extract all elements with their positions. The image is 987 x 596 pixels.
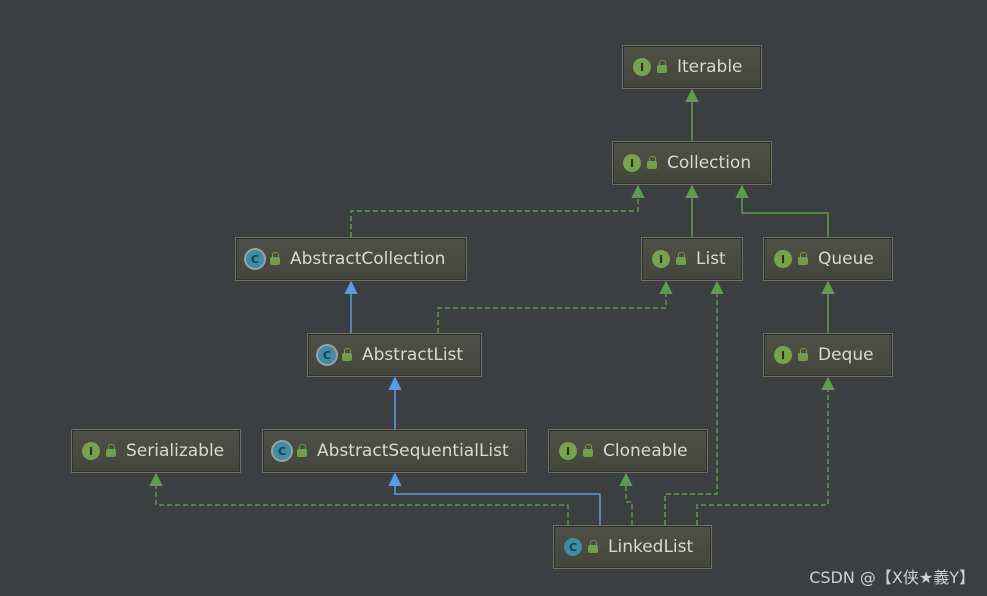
uml-node-label: Cloneable <box>603 441 688 461</box>
uml-diagram-canvas <box>149 88 835 525</box>
uml-node-queue[interactable]: I Queue <box>763 237 893 281</box>
class-icon: C <box>564 538 582 556</box>
uml-node-linkedlist[interactable]: C LinkedList <box>553 525 712 569</box>
edge-linkedlist-to-abstractsequentiallist <box>388 472 601 525</box>
uml-node-list[interactable]: I List <box>641 237 743 281</box>
uml-node-label: AbstractList <box>362 345 464 365</box>
abstract-class-icon: C <box>318 346 336 364</box>
public-access-icon <box>647 156 657 169</box>
edge-abstractcollection-to-collection <box>350 184 645 237</box>
abstract-class-icon: C <box>273 442 291 460</box>
edge-linkedlist-to-serializable <box>149 472 569 525</box>
uml-node-label: AbstractCollection <box>290 249 446 269</box>
interface-icon: I <box>652 250 670 268</box>
public-access-icon <box>657 60 667 73</box>
interface-icon: I <box>774 346 792 364</box>
interface-icon: I <box>82 442 100 460</box>
interface-icon: I <box>633 58 651 76</box>
public-access-icon <box>106 444 116 457</box>
public-access-icon <box>583 444 593 457</box>
interface-icon: I <box>774 250 792 268</box>
public-access-icon <box>798 348 808 361</box>
edge-linkedlist-to-list <box>664 280 724 525</box>
abstract-class-icon: C <box>246 250 264 268</box>
public-access-icon <box>270 252 280 265</box>
edge-queue-to-collection <box>735 184 829 237</box>
watermark-text: CSDN @【X侠★義Y】 <box>809 568 975 587</box>
public-access-icon <box>588 540 598 553</box>
edge-linkedlist-to-cloneable <box>619 472 633 525</box>
uml-node-label: Iterable <box>677 57 743 77</box>
uml-node-label: Queue <box>818 249 874 269</box>
uml-node-collection[interactable]: I Collection <box>612 141 772 185</box>
public-access-icon <box>342 348 352 361</box>
uml-node-serializable[interactable]: I Serializable <box>71 429 241 473</box>
interface-icon: I <box>623 154 641 172</box>
uml-node-abstractlist[interactable]: C AbstractList <box>307 333 482 377</box>
uml-node-deque[interactable]: I Deque <box>763 333 893 377</box>
public-access-icon <box>798 252 808 265</box>
uml-node-abstractsequentiallist[interactable]: C AbstractSequentialList <box>262 429 527 473</box>
uml-node-label: List <box>696 249 726 269</box>
uml-node-abstractcollection[interactable]: C AbstractCollection <box>235 237 467 281</box>
public-access-icon <box>297 444 307 457</box>
edge-abstractlist-to-list <box>437 280 673 333</box>
public-access-icon <box>676 252 686 265</box>
uml-node-label: AbstractSequentialList <box>317 441 509 461</box>
uml-node-label: Serializable <box>126 441 225 461</box>
uml-node-label: Deque <box>818 345 874 365</box>
uml-node-iterable[interactable]: I Iterable <box>622 45 762 89</box>
interface-icon: I <box>559 442 577 460</box>
uml-node-cloneable[interactable]: I Cloneable <box>548 429 708 473</box>
uml-node-label: LinkedList <box>608 537 694 557</box>
uml-node-label: Collection <box>667 153 752 173</box>
